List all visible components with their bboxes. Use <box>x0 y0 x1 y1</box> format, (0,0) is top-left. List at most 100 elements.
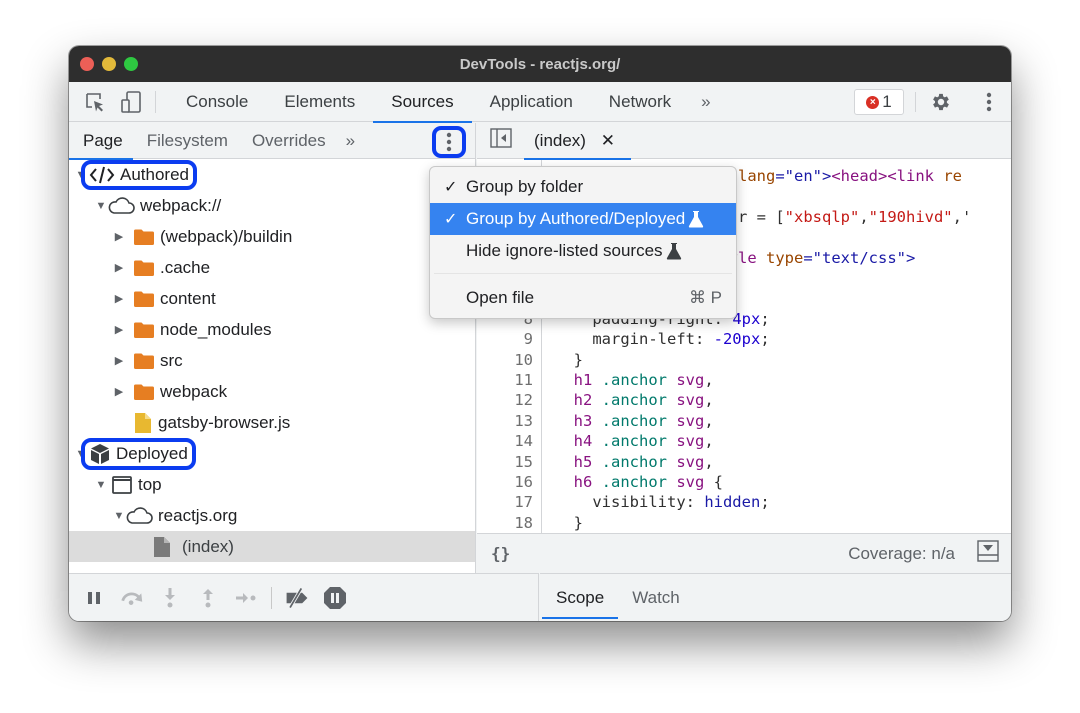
code-token: , <box>704 371 714 389</box>
step-icon[interactable] <box>233 585 259 611</box>
tab-elements[interactable]: Elements <box>266 82 373 122</box>
error-icon: × <box>866 95 880 109</box>
tab-network[interactable]: Network <box>591 82 689 122</box>
cloud-icon <box>125 506 153 525</box>
authored-highlight: Authored <box>81 159 197 190</box>
line-content: h4 .anchor svg, <box>555 431 714 451</box>
tree-item-folder[interactable]: ▶ src <box>69 345 475 376</box>
tree-item-folder[interactable]: ▶ .cache <box>69 252 475 283</box>
tab-console[interactable]: Console <box>168 82 266 122</box>
inspect-element-icon[interactable] <box>83 90 107 114</box>
code-line: 16 h6 .anchor svg { <box>477 472 1011 492</box>
experiment-flask-icon <box>688 210 704 228</box>
editor-tabs: (index) ✕ <box>477 123 1011 160</box>
tree-item-file[interactable]: gatsby-browser.js <box>69 407 475 438</box>
tab-filesystem[interactable]: Filesystem <box>133 123 238 159</box>
zoom-window-button[interactable] <box>124 57 138 71</box>
toggle-navigator-icon[interactable] <box>490 128 512 153</box>
line-number: 11 <box>514 371 533 389</box>
line-content: h1 .anchor svg, <box>555 370 714 390</box>
code-token: lang <box>738 167 776 185</box>
deactivate-breakpoints-icon[interactable] <box>284 585 310 611</box>
code-line: 13 h3 .anchor svg, <box>477 411 1011 431</box>
tree-item-label: content <box>160 288 216 308</box>
menu-divider <box>434 273 732 274</box>
tree-item-webpack-root[interactable]: ▼ webpack:// <box>69 190 475 221</box>
settings-gear-icon[interactable] <box>929 90 953 114</box>
menu-item-open-file[interactable]: Open file ⌘ P <box>430 282 736 314</box>
folder-icon <box>133 352 155 370</box>
collapsed-triangle-icon[interactable]: ▶ <box>113 385 125 398</box>
step-out-icon[interactable] <box>195 585 221 611</box>
toggle-drawer-icon[interactable] <box>977 540 999 567</box>
tree-item-frame[interactable]: ▼ top <box>69 469 475 500</box>
collapsed-triangle-icon[interactable]: ▶ <box>113 230 125 243</box>
close-window-button[interactable] <box>80 57 94 71</box>
tree-item-label: (webpack)/buildin <box>160 226 293 246</box>
customize-devtools-kebab-icon[interactable] <box>977 90 1001 114</box>
tab-scope[interactable]: Scope <box>542 577 619 619</box>
code-token: ="text/css"> <box>803 248 916 267</box>
menu-item-group-by-authored-deployed[interactable]: ✓ Group by Authored/Deployed <box>430 203 736 235</box>
deployed-highlight: Deployed <box>81 437 196 470</box>
line-content: amor = ["xbsqlp","190hivd",' <box>710 207 971 227</box>
pause-on-exceptions-icon[interactable] <box>322 585 348 611</box>
minimize-window-button[interactable] <box>102 57 116 71</box>
tree-item-label: .cache <box>160 257 211 277</box>
tree-item-label: webpack:// <box>140 195 222 215</box>
menu-item-hide-ignore-listed[interactable]: Hide ignore-listed sources <box>430 235 736 267</box>
collapsed-triangle-icon[interactable]: ▶ <box>113 354 125 367</box>
main-toolbar: Console Elements Sources Application Net… <box>69 82 1011 123</box>
code-token: { <box>704 473 723 491</box>
line-number: 13 <box>514 411 533 430</box>
editor-tab-index[interactable]: (index) ✕ <box>524 123 631 160</box>
step-into-icon[interactable] <box>157 585 183 611</box>
tab-watch[interactable]: Watch <box>618 577 694 619</box>
error-count: 1 <box>882 92 892 111</box>
tree-item-folder[interactable]: ▶ content <box>69 283 475 314</box>
error-count-badge[interactable]: × 1 <box>854 89 904 115</box>
tree-item-label: (index) <box>182 536 234 556</box>
window-title: DevTools - reactjs.org/ <box>459 55 621 73</box>
navigator-more-options-button[interactable] <box>432 126 466 158</box>
code-token: h4 <box>555 432 593 451</box>
pretty-print-button[interactable]: {} <box>491 544 510 563</box>
close-tab-icon[interactable]: ✕ <box>601 131 615 150</box>
more-navigator-tabs-button[interactable]: » <box>336 131 365 151</box>
collapsed-triangle-icon[interactable]: ▶ <box>113 261 125 274</box>
tab-page[interactable]: Page <box>69 123 133 160</box>
tree-item-folder[interactable]: ▶ webpack <box>69 376 475 407</box>
code-token: .anchor <box>592 411 667 430</box>
tree-item-index-file[interactable]: (index) <box>69 531 475 562</box>
tree-item-deployed[interactable]: ▼ Deployed <box>69 437 475 470</box>
collapsed-triangle-icon[interactable]: ▶ <box>113 292 125 305</box>
kebab-icon <box>446 132 452 152</box>
device-toolbar-icon[interactable] <box>119 90 143 114</box>
more-tabs-button[interactable]: » <box>689 92 722 112</box>
tree-item-folder[interactable]: ▶ (webpack)/buildin <box>69 221 475 252</box>
tree-item-folder[interactable]: ▶ node_modules <box>69 314 475 345</box>
tab-overrides[interactable]: Overrides <box>238 123 336 159</box>
tree-item-domain[interactable]: ▼ reactjs.org <box>69 500 475 531</box>
checkmark-icon: ✓ <box>444 211 458 228</box>
code-token: svg <box>666 411 705 430</box>
code-token: .anchor <box>592 473 667 491</box>
code-line: 10 } <box>477 350 1011 370</box>
menu-item-group-by-folder[interactable]: ✓ Group by folder <box>430 171 736 203</box>
tab-sources[interactable]: Sources <box>373 82 473 123</box>
pause-icon[interactable] <box>81 585 107 611</box>
title-bar: DevTools - reactjs.org/ <box>69 46 1011 82</box>
file-tree: ▼ Authored ▼ webpack:// ▶ <box>69 159 475 562</box>
tab-application[interactable]: Application <box>472 82 591 122</box>
line-number: 16 <box>514 473 533 491</box>
expanded-triangle-icon[interactable]: ▼ <box>95 200 107 212</box>
code-token: svg <box>666 371 705 389</box>
tree-item-authored[interactable]: ▼ Authored <box>69 159 475 190</box>
folder-icon <box>133 290 155 308</box>
step-over-icon[interactable] <box>119 585 145 611</box>
code-token: .anchor <box>592 432 667 451</box>
line-content: nl lang="en"><head><link re <box>710 166 962 186</box>
expanded-triangle-icon[interactable]: ▼ <box>113 510 125 522</box>
collapsed-triangle-icon[interactable]: ▶ <box>113 323 125 336</box>
expanded-triangle-icon[interactable]: ▼ <box>95 479 107 491</box>
